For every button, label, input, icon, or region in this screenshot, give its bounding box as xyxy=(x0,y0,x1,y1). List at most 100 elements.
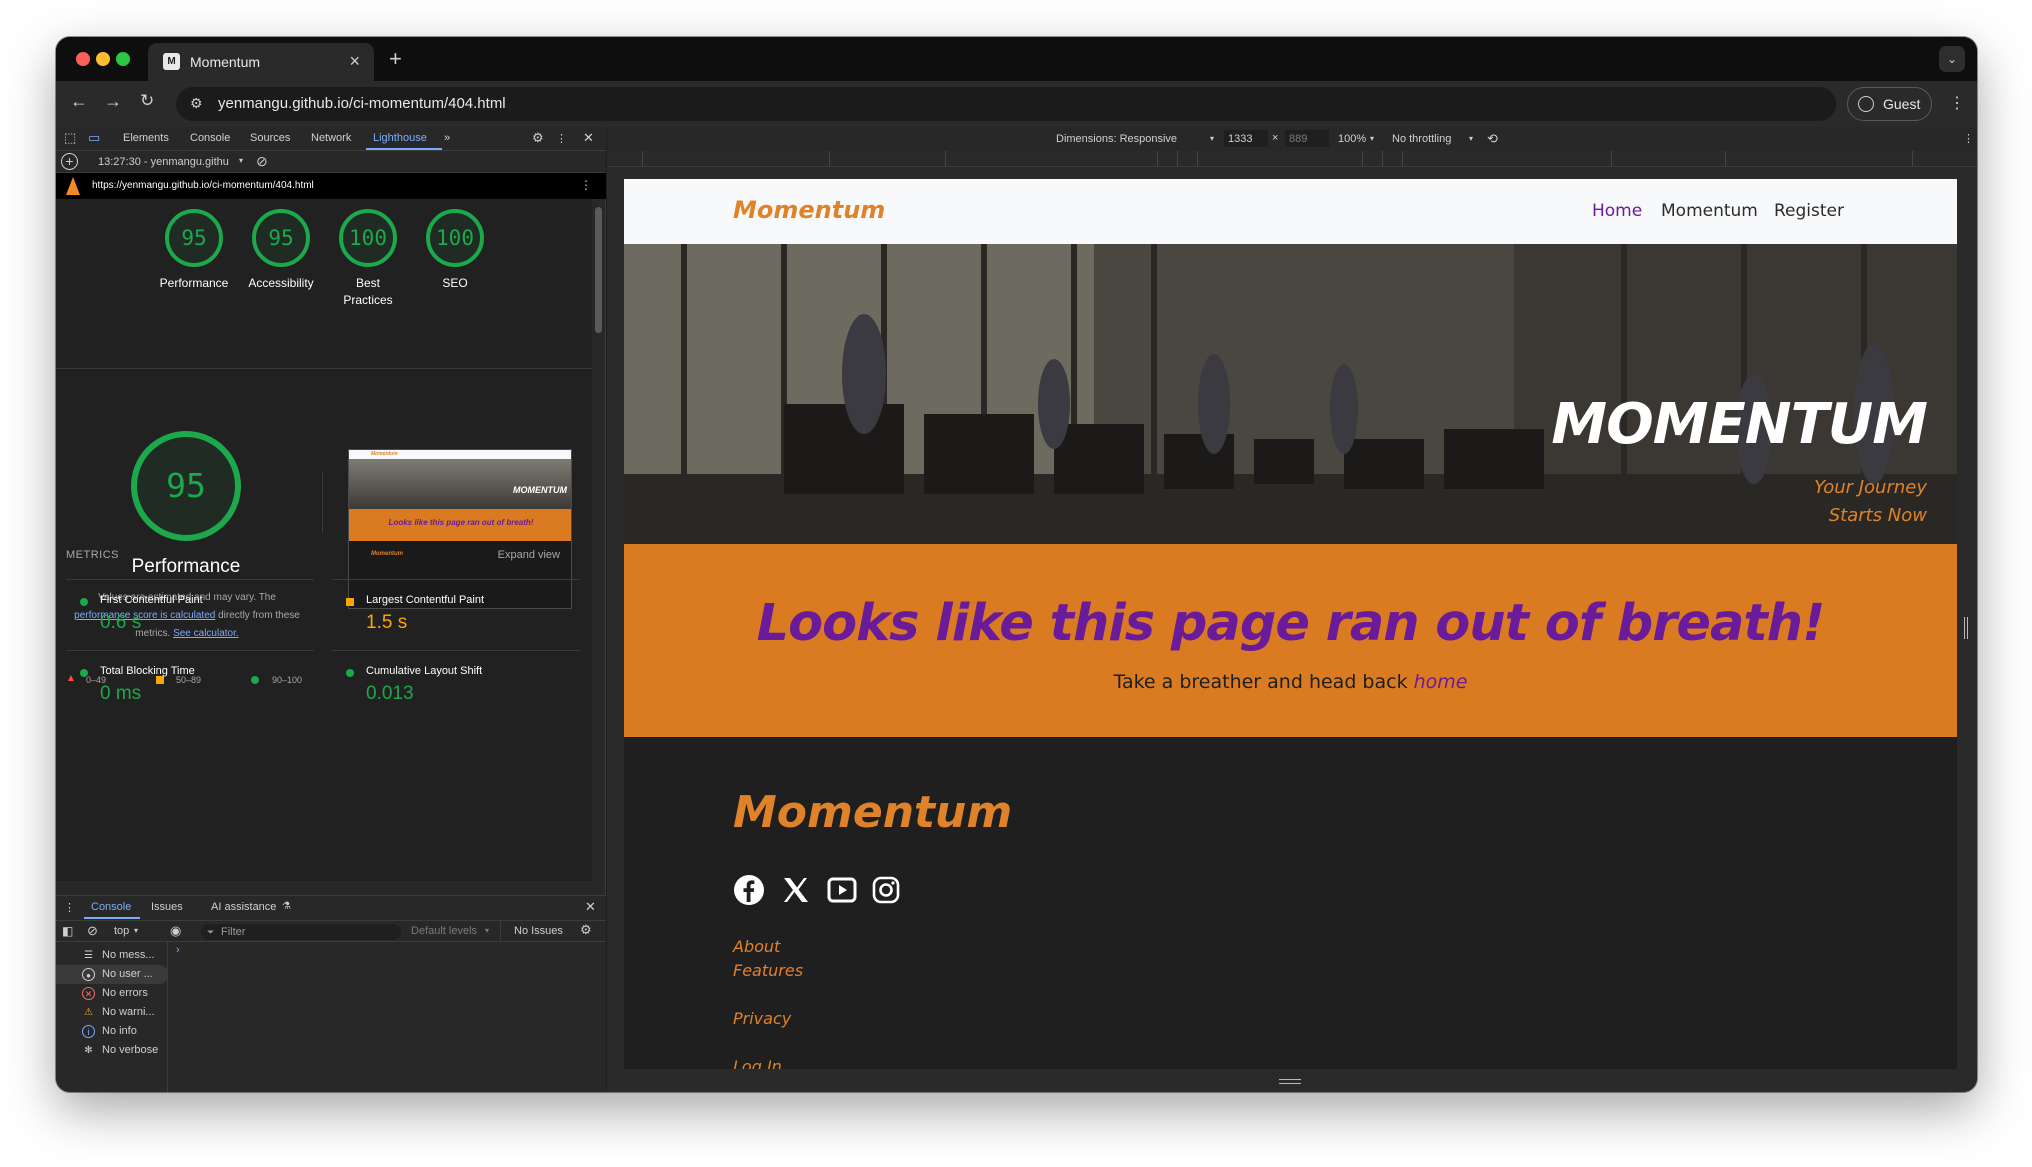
sidebar-item-label: No errors xyxy=(102,987,148,999)
ruler-tick xyxy=(945,151,946,167)
inspect-icon[interactable]: ⬚ xyxy=(64,130,76,146)
tab-lighthouse[interactable]: Lighthouse xyxy=(373,132,427,144)
error-heading: Looks like this page ran out of breath! xyxy=(756,594,1826,653)
sidebar-item-errors[interactable]: ✕ No errors xyxy=(56,984,168,1003)
drawer-tab-issues[interactable]: Issues xyxy=(151,901,183,913)
score-gauge-seo[interactable]: 100 SEO xyxy=(410,209,500,292)
device-toggle-icon[interactable]: ▭ xyxy=(88,130,100,146)
close-window-button[interactable] xyxy=(76,52,90,66)
report-selector[interactable]: 13:27:30 - yenmangu.githu xyxy=(98,156,229,168)
nav-link-register[interactable]: Register xyxy=(1774,201,1844,221)
close-tab-icon[interactable]: × xyxy=(349,51,360,72)
ruler-tick xyxy=(1382,151,1383,167)
score-gauge-accessibility[interactable]: 95 Accessibility xyxy=(236,209,326,292)
levels-dropdown-icon[interactable]: ▾ xyxy=(485,926,489,935)
width-input[interactable]: 1333 xyxy=(1224,130,1268,147)
zoom-window-button[interactable] xyxy=(116,52,130,66)
sidebar-item-label: No warni... xyxy=(102,1006,155,1018)
height-input[interactable]: 889 xyxy=(1285,130,1329,147)
sidebar-toggle-icon[interactable]: ◧ xyxy=(62,924,73,938)
back-button[interactable]: ← xyxy=(70,91,88,112)
report-menu-icon[interactable]: ⋮ xyxy=(580,178,592,192)
devtools-menu-icon[interactable]: ⋮ xyxy=(556,132,567,145)
zoom-dropdown[interactable]: 100% xyxy=(1338,133,1366,145)
device-menu-icon[interactable]: ⋮ xyxy=(1963,132,1974,145)
forward-button[interactable]: → xyxy=(104,91,122,112)
reload-button[interactable]: ↻ xyxy=(140,91,154,111)
site-brand-link[interactable]: Momentum xyxy=(733,196,885,224)
metric-value: 0.6 s xyxy=(100,612,142,633)
browser-tab[interactable]: M Momentum × xyxy=(148,43,374,81)
new-tab-button[interactable]: + xyxy=(389,46,402,72)
close-devtools-icon[interactable]: ✕ xyxy=(583,130,594,146)
expand-view-toggle[interactable]: Expand view xyxy=(498,549,560,561)
context-dropdown-icon[interactable]: ▾ xyxy=(134,926,138,935)
site-info-icon[interactable]: ⚙ xyxy=(190,95,203,112)
tab-console[interactable]: Console xyxy=(190,132,230,144)
sidebar-item-label: No mess... xyxy=(102,949,155,961)
footer-link-privacy[interactable]: Privacy xyxy=(733,1009,791,1028)
thumb-orange: Looks like this page ran out of breath! xyxy=(349,509,571,541)
home-link[interactable]: home xyxy=(1414,671,1468,693)
new-report-icon[interactable]: + xyxy=(61,153,78,170)
dimensions-dropdown-icon[interactable]: ▾ xyxy=(1210,134,1214,143)
throttling-dropdown-icon[interactable]: ▾ xyxy=(1469,134,1473,143)
browser-menu-icon[interactable]: ⋮ xyxy=(1949,93,1965,113)
sidebar-item-messages[interactable]: ☰ No mess... xyxy=(56,946,168,965)
score-gauge-best-practices[interactable]: 100 Best Practices xyxy=(323,209,413,309)
settings-gear-icon[interactable]: ⚙ xyxy=(532,130,544,146)
nav-link-home[interactable]: Home xyxy=(1592,201,1642,221)
sidebar-item-verbose[interactable]: ✻ No verbose xyxy=(56,1041,168,1060)
address-bar[interactable]: ⚙ yenmangu.github.io/ci-momentum/404.htm… xyxy=(176,87,1836,121)
score-value: 100 xyxy=(339,209,397,267)
throttling-dropdown[interactable]: No throttling xyxy=(1392,133,1451,145)
footer-brand[interactable]: Momentum xyxy=(733,787,1012,838)
context-selector[interactable]: top xyxy=(114,925,129,937)
dimensions-dropdown[interactable]: Dimensions: Responsive xyxy=(1056,133,1177,145)
console-filter-input[interactable]: ⏷ Filter xyxy=(201,924,401,940)
profile-button[interactable]: Guest xyxy=(1847,87,1932,121)
dimension-separator: × xyxy=(1272,132,1279,144)
console-prompt-icon[interactable]: › xyxy=(176,944,180,956)
drawer-menu-icon[interactable]: ⋮ xyxy=(64,901,75,914)
clear-console-icon[interactable]: ⊘ xyxy=(87,923,98,939)
rotate-icon[interactable]: ⟲ xyxy=(1487,131,1498,147)
viewport-resize-handle-bottom[interactable] xyxy=(1279,1079,1301,1084)
sidebar-item-info[interactable]: i No info xyxy=(56,1022,168,1041)
clear-reports-icon[interactable]: ⊘ xyxy=(256,153,268,170)
console-sidebar: ☰ No mess... ● No user ... ✕ No errors ⚠… xyxy=(56,942,168,1092)
score-gauge-performance[interactable]: 95 Performance xyxy=(149,209,239,292)
console-settings-icon[interactable]: ⚙ xyxy=(580,922,592,938)
footer-link-features[interactable]: Features xyxy=(733,961,803,980)
media-query-ruler[interactable] xyxy=(607,151,1977,167)
drawer-tab-ai-assistance[interactable]: AI assistance xyxy=(211,901,276,913)
sidebar-item-warnings[interactable]: ⚠ No warni... xyxy=(56,1003,168,1022)
live-expression-eye-icon[interactable]: ◉ xyxy=(170,923,181,939)
youtube-icon[interactable] xyxy=(826,874,858,906)
nav-link-momentum[interactable]: Momentum xyxy=(1661,201,1758,221)
tab-elements[interactable]: Elements xyxy=(123,132,169,144)
tab-network[interactable]: Network xyxy=(311,132,351,144)
issues-counter[interactable]: No Issues xyxy=(514,925,563,937)
ruler-tick xyxy=(1725,151,1726,167)
report-dropdown-icon[interactable]: ▾ xyxy=(239,156,243,165)
close-drawer-icon[interactable]: ✕ xyxy=(585,899,596,915)
footer-link-about[interactable]: About xyxy=(733,937,780,956)
tab-sources[interactable]: Sources xyxy=(250,132,290,144)
more-tabs-icon[interactable]: » xyxy=(444,132,450,144)
tab-search-button[interactable]: ⌄ xyxy=(1939,46,1965,72)
instagram-icon[interactable] xyxy=(870,874,902,906)
log-levels-dropdown[interactable]: Default levels xyxy=(411,925,477,937)
report-url: https://yenmangu.github.io/ci-momentum/4… xyxy=(92,180,314,191)
report-scrollbar[interactable] xyxy=(595,207,602,333)
x-icon[interactable] xyxy=(780,874,812,906)
ruler-tick xyxy=(1611,151,1612,167)
facebook-icon[interactable] xyxy=(733,874,765,906)
minimize-window-button[interactable] xyxy=(96,52,110,66)
drawer-tab-console[interactable]: Console xyxy=(91,901,131,913)
sidebar-item-user[interactable]: ● No user ... xyxy=(56,965,168,984)
zoom-dropdown-icon[interactable]: ▾ xyxy=(1370,134,1374,143)
device-toolbar: Dimensions: Responsive ▾ 1333 × 889 100%… xyxy=(607,127,1977,151)
viewport-resize-handle-right[interactable] xyxy=(1964,617,1968,639)
footer-link-login[interactable]: Log In xyxy=(733,1057,782,1069)
